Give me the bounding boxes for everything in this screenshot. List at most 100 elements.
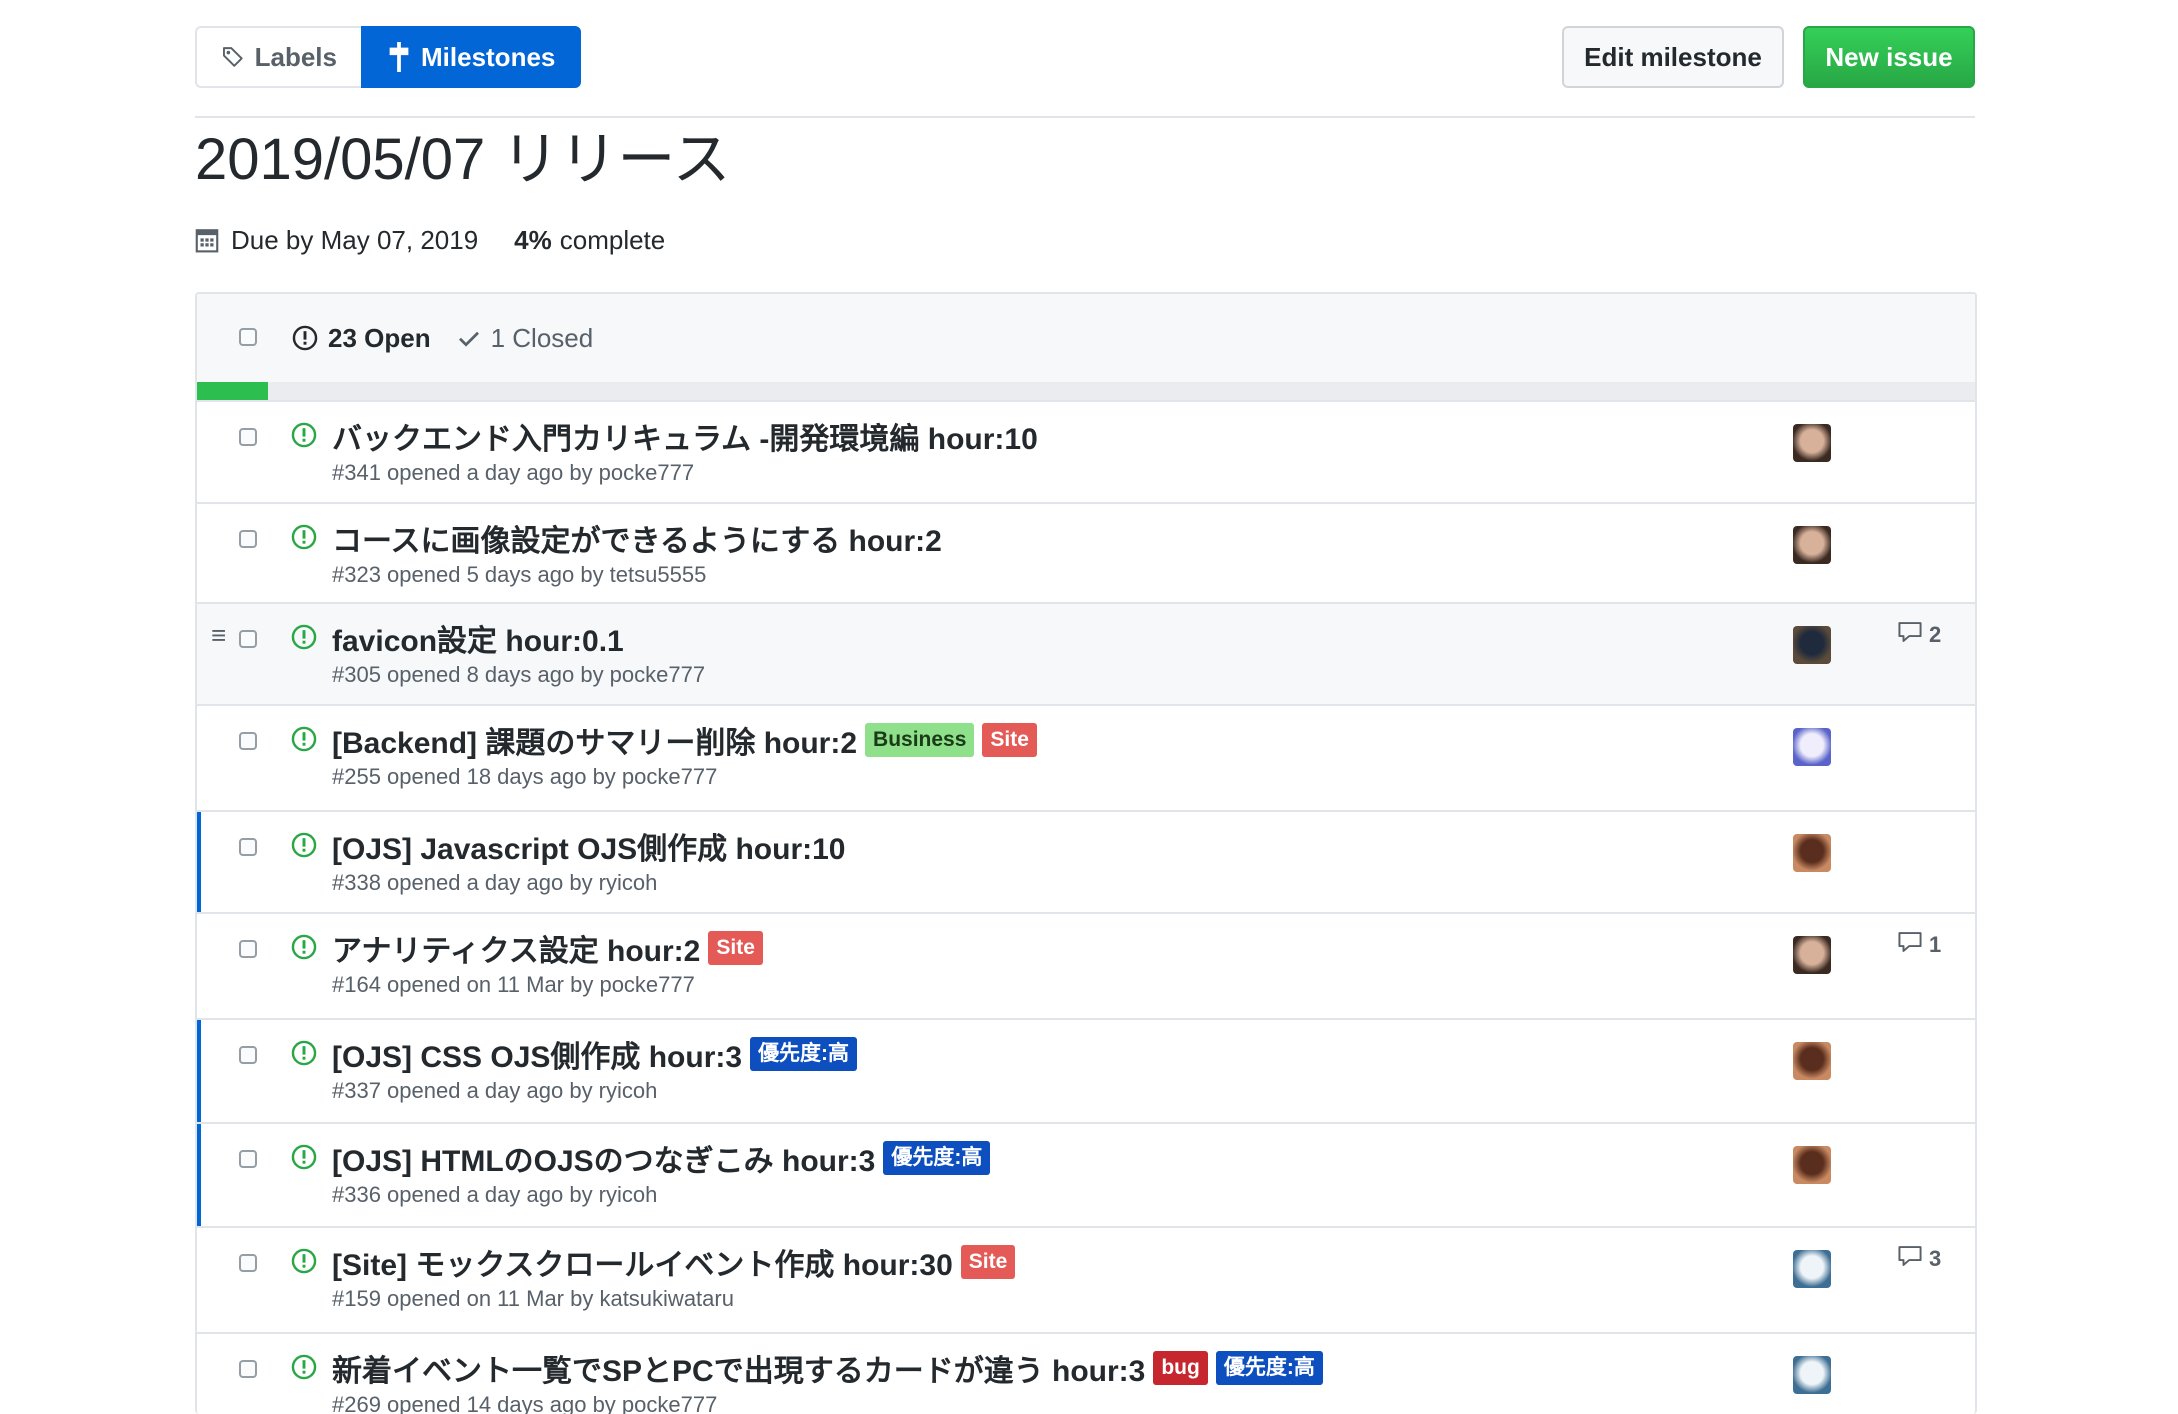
issue-row[interactable]: [Backend] 課題のサマリー削除 hour:2 Business Site #2… (197, 706, 1975, 812)
assignee-avatar[interactable] (1793, 728, 1831, 766)
issue-row[interactable]: バックエンド入門カリキュラム -開発環境編 hour:10 #341 opened… (197, 402, 1975, 504)
issue-checkbox[interactable] (239, 428, 257, 446)
milestone-title: 2019/05/07 リリース (195, 127, 731, 192)
select-all-checkbox[interactable] (239, 328, 257, 346)
issue-row[interactable]: [OJS] CSS OJS側作成 hour:3 優先度:高 #337 opened … (197, 1020, 1975, 1124)
issue-title[interactable]: [OJS] Javascript OJS側作成 hour:10 (332, 824, 846, 868)
comment-count: 2 (1929, 622, 1942, 647)
issue-checkbox[interactable] (239, 1360, 257, 1378)
milestone-meta: Due by May 07, 2019 4% complete (195, 220, 665, 260)
issue-opened-icon (291, 832, 317, 863)
issue-opened-icon (292, 325, 318, 351)
milestones-tab[interactable]: Milestones (361, 26, 582, 88)
issue-rows: バックエンド入門カリキュラム -開発環境編 hour:10 #341 opened… (197, 402, 1975, 1414)
issue-meta: #269 opened 14 days ago by pocke777 (332, 1392, 718, 1414)
issue-label[interactable]: 優先度:高 (1215, 1351, 1323, 1385)
issue-label[interactable]: Site (960, 1245, 1016, 1279)
assignee-avatar[interactable] (1793, 1146, 1831, 1184)
issue-row[interactable]: ≡ favicon設定 hour:0.1 #305 opened 8 days ag… (197, 604, 1975, 706)
closed-issues-filter[interactable]: 1 Closed (457, 322, 594, 354)
issue-checkbox[interactable] (239, 838, 257, 856)
issue-row[interactable]: アナリティクス設定 hour:2 Site #164 opened on 11 Ma… (197, 914, 1975, 1020)
issue-state-filters: 23 Open 1 Closed (292, 294, 593, 382)
issue-checkbox[interactable] (239, 530, 257, 548)
issue-title[interactable]: favicon設定 hour:0.1 (332, 616, 624, 660)
issue-opened-icon (291, 1354, 317, 1385)
issue-title[interactable]: バックエンド入門カリキュラム -開発環境編 hour:10 (332, 414, 1038, 458)
issue-row[interactable]: [OJS] Javascript OJS側作成 hour:10 #338 open… (197, 812, 1975, 914)
issue-opened-icon (291, 1144, 317, 1175)
issue-title[interactable]: [Site] モックスクロールイベント作成 hour:30 (332, 1240, 953, 1284)
issue-checkbox[interactable] (239, 630, 257, 648)
issue-checkbox[interactable] (239, 1046, 257, 1064)
issue-title-line: [OJS] HTMLのOJSのつなぎこみ hour:3 優先度:高 (332, 1136, 991, 1180)
assignee-avatar[interactable] (1793, 1250, 1831, 1288)
issue-row[interactable]: コースに画像設定ができるようにする hour:2 #323 opened 5 da… (197, 504, 1975, 604)
percent-complete: 4% (514, 224, 552, 255)
issue-label[interactable]: Site (708, 931, 763, 965)
issue-checkbox[interactable] (239, 940, 257, 958)
milestone-progress-bar (197, 382, 1975, 402)
comment-count: 3 (1929, 1246, 1942, 1271)
labels-milestones-switcher: Labels Milestones (195, 26, 582, 88)
assignee-avatar[interactable] (1793, 626, 1831, 664)
issue-opened-icon (291, 624, 317, 655)
comments-link[interactable]: 2 (1897, 620, 1941, 650)
assignee-avatar[interactable] (1793, 1356, 1831, 1394)
milestone-progress-fill (197, 382, 269, 400)
issue-label[interactable]: 優先度:高 (750, 1037, 858, 1071)
issue-opened-icon (291, 934, 317, 965)
assignee-avatar[interactable] (1793, 526, 1831, 564)
issue-meta: #337 opened a day ago by ryicoh (332, 1078, 658, 1103)
drag-handle-icon[interactable]: ≡ (211, 620, 226, 651)
check-icon (458, 331, 479, 347)
labels-tab-label: Labels (254, 41, 337, 72)
issue-meta: #323 opened 5 days ago by tetsu5555 (332, 562, 707, 587)
issue-title[interactable]: アナリティクス設定 hour:2 (332, 926, 700, 970)
open-issues-filter[interactable]: 23 Open (292, 323, 431, 354)
issue-title[interactable]: [OJS] CSS OJS側作成 hour:3 (332, 1032, 742, 1076)
issue-row[interactable]: [OJS] HTMLのOJSのつなぎこみ hour:3 優先度:高 #336 ope… (197, 1124, 1975, 1228)
issue-opened-icon (291, 1248, 317, 1279)
issue-checkbox[interactable] (239, 1254, 257, 1272)
assignee-avatar[interactable] (1793, 1042, 1831, 1080)
issue-label[interactable]: Business (865, 723, 975, 757)
issue-checkbox[interactable] (239, 732, 257, 750)
comments-link[interactable]: 1 (1897, 930, 1941, 960)
issue-title[interactable]: [OJS] HTMLのOJSのつなぎこみ hour:3 (332, 1136, 875, 1180)
comments-link[interactable]: 3 (1897, 1244, 1941, 1274)
milestone-icon (389, 42, 409, 72)
issue-title-line: コースに画像設定ができるようにする hour:2 (332, 516, 942, 560)
comment-icon (1897, 1244, 1923, 1274)
issue-title-line: [Site] モックスクロールイベント作成 hour:30 Site (332, 1240, 1016, 1284)
labels-tab[interactable]: Labels (195, 26, 361, 88)
milestone-page: Labels Milestones Edit milestone New iss… (195, 0, 1977, 1414)
issue-meta: #255 opened 18 days ago by pocke777 (332, 764, 718, 789)
issue-label[interactable]: bug (1153, 1351, 1208, 1385)
due-date: Due by May 07, 2019 (231, 224, 479, 255)
issue-label[interactable]: 優先度:高 (883, 1141, 991, 1175)
closed-count: 1 Closed (490, 322, 594, 353)
tag-icon (222, 47, 243, 67)
calendar-icon (195, 229, 219, 253)
issue-opened-icon (291, 524, 317, 555)
issue-label[interactable]: Site (982, 723, 1037, 757)
assignee-avatar[interactable] (1793, 424, 1831, 462)
comment-count: 1 (1929, 932, 1942, 957)
issue-title-line: [OJS] Javascript OJS側作成 hour:10 (332, 824, 846, 868)
issue-meta: #341 opened a day ago by pocke777 (332, 460, 695, 485)
assignee-avatar[interactable] (1793, 936, 1831, 974)
issue-title[interactable]: 新着イベント一覧でSPとPCで出現するカードが違う hour:3 (332, 1346, 1145, 1390)
edit-milestone-button[interactable]: Edit milestone (1562, 26, 1784, 88)
issues-list: 23 Open 1 Closed バックエンド入門カリキュラム -開発環境編 h… (195, 292, 1977, 1414)
issue-title[interactable]: [Backend] 課題のサマリー削除 hour:2 (332, 718, 857, 762)
issue-row[interactable]: [Site] モックスクロールイベント作成 hour:30 Site #159 op… (197, 1228, 1975, 1334)
issue-row[interactable]: 新着イベント一覧でSPとPCで出現するカードが違う hour:3 bug 優先度:高… (197, 1334, 1975, 1414)
complete-label: complete (559, 224, 666, 255)
issue-title-line: favicon設定 hour:0.1 (332, 616, 624, 660)
new-issue-button[interactable]: New issue (1803, 26, 1975, 88)
issue-title-line: [OJS] CSS OJS側作成 hour:3 優先度:高 (332, 1032, 858, 1076)
issue-title[interactable]: コースに画像設定ができるようにする hour:2 (332, 516, 942, 560)
assignee-avatar[interactable] (1793, 834, 1831, 872)
issue-checkbox[interactable] (239, 1150, 257, 1168)
